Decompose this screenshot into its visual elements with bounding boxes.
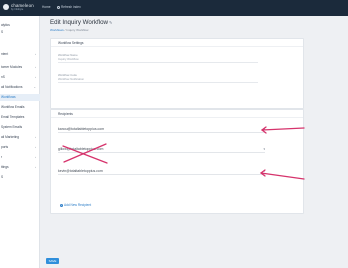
sidebar-item-label: tomer Modules	[1, 65, 23, 69]
plus-circle-icon: +	[60, 203, 63, 207]
chevron-right-icon: ›	[35, 135, 36, 139]
sidebar-item-label: Workflow Emails	[1, 105, 25, 109]
workflow-settings-header: Workflow Settings	[51, 39, 303, 47]
dropdown-caret-icon: ▾	[263, 169, 265, 173]
workflow-name-underline	[58, 62, 258, 63]
sidebar-item-system-emails[interactable]: System Emails	[0, 124, 40, 131]
dropdown-caret-icon: ▾	[263, 147, 265, 151]
dropdown-caret-icon: ▾	[263, 127, 265, 131]
sidebar-item-email-marketing[interactable]: ail Marketing ›	[0, 134, 40, 141]
workflow-code-field[interactable]: Workflow Notification	[58, 77, 84, 81]
sidebar-item-s1[interactable]: S	[0, 29, 40, 36]
recipient-select-3[interactable]: kevin@totaltabletoppius.com ▾	[58, 168, 265, 175]
chevron-right-icon: ›	[35, 75, 36, 79]
breadcrumb-current: Inquiry Workflow	[66, 28, 89, 32]
chameleon-logo[interactable]: chameleon by Infobyte	[3, 3, 34, 13]
breadcrumb-workflows-link[interactable]: Workflows	[50, 28, 64, 32]
recipient-email: gillow@totaltabletoppius.com	[58, 147, 104, 151]
sidebar-item-r[interactable]: r ›	[0, 154, 40, 161]
sidebar-item-label: ports	[1, 145, 9, 149]
nav-home-link[interactable]: Home	[42, 5, 51, 9]
sidebar-item-label: S	[1, 175, 4, 179]
chevron-right-icon: ›	[35, 52, 36, 56]
sidebar-item-label: System Emails	[1, 125, 23, 129]
page-title: Edit Inquiry Workflow✎	[50, 19, 112, 26]
sidebar-item-customer-modules[interactable]: tomer Modules ›	[0, 64, 40, 71]
sidebar-item-label: Workflows	[1, 95, 16, 99]
chevron-right-icon: ›	[35, 65, 36, 69]
sidebar-item-label: ntent	[1, 52, 9, 56]
page-title-text: Edit Inquiry Workflow	[50, 19, 108, 26]
sidebar-item-label: S	[1, 30, 4, 34]
recipient-select-2[interactable]: gillow@totaltabletoppius.com ▾	[58, 146, 265, 153]
add-new-recipient-button[interactable]: + Add New Recipient	[60, 203, 91, 207]
sidebar-item-label: ail Notifications	[1, 85, 23, 89]
top-navbar: chameleon by Infobyte Home Refresh index	[0, 0, 348, 16]
sidebar-item-label: alytics	[1, 23, 10, 27]
sidebar-item-email-notifications[interactable]: ail Notifications ⌄	[0, 84, 40, 91]
recipient-email: kanou@totaltabletoppius.com	[58, 127, 105, 131]
sidebar-item-analytics[interactable]: alytics	[0, 22, 40, 29]
add-new-recipient-label: Add New Recipient	[64, 203, 92, 207]
chevron-right-icon: ›	[35, 155, 36, 159]
sidebar: alytics S ntent › tomer Modules › nS › ail …	[0, 16, 40, 268]
refresh-icon	[57, 5, 60, 9]
logo-mark-icon	[3, 4, 9, 10]
breadcrumb: Workflows / Inquiry Workflow	[50, 28, 88, 32]
main-content: Edit Inquiry Workflow✎ Workflows / Inqui…	[40, 16, 348, 268]
workflow-settings-card: Workflow Settings Workflow Name Inquiry …	[50, 38, 304, 109]
recipient-email: kevin@totaltabletoppius.com	[58, 169, 103, 173]
sidebar-item-content[interactable]: ntent ›	[0, 51, 40, 58]
nav-refresh-label: Refresh index	[61, 5, 81, 9]
sidebar-item-label: Email Templates	[1, 115, 25, 119]
sidebar-item-s2[interactable]: S	[0, 174, 40, 181]
chevron-right-icon: ›	[35, 165, 36, 169]
sidebar-item-label: ail Marketing	[1, 135, 20, 139]
save-button[interactable]: SAVE	[46, 258, 59, 264]
sidebar-item-email-templates[interactable]: Email Templates	[0, 114, 40, 121]
sidebar-item-label: ttings	[1, 165, 9, 169]
pencil-edit-icon[interactable]: ✎	[109, 20, 112, 25]
nav-refresh-index-link[interactable]: Refresh index	[57, 5, 81, 9]
chevron-down-icon: ⌄	[33, 85, 36, 89]
workflow-code-underline	[58, 82, 258, 83]
recipients-card: Recipients kanou@totaltabletoppius.com ▾ …	[50, 109, 304, 214]
sidebar-item-ns[interactable]: nS ›	[0, 74, 40, 81]
sidebar-item-label: r	[1, 155, 3, 159]
sidebar-item-reports[interactable]: ports ›	[0, 144, 40, 151]
chevron-right-icon: ›	[35, 145, 36, 149]
recipient-select-1[interactable]: kanou@totaltabletoppius.com ▾	[58, 126, 265, 133]
sidebar-item-settings[interactable]: ttings ›	[0, 164, 40, 171]
sidebar-item-workflow-emails[interactable]: Workflow Emails	[0, 104, 40, 111]
sidebar-item-workflows[interactable]: Workflows	[0, 94, 40, 101]
workflow-name-field[interactable]: Inquiry Workflow	[58, 57, 79, 61]
sidebar-item-label: nS	[1, 75, 5, 79]
logo-subtitle: by Infobyte	[11, 8, 24, 11]
recipients-header: Recipients	[51, 110, 303, 118]
